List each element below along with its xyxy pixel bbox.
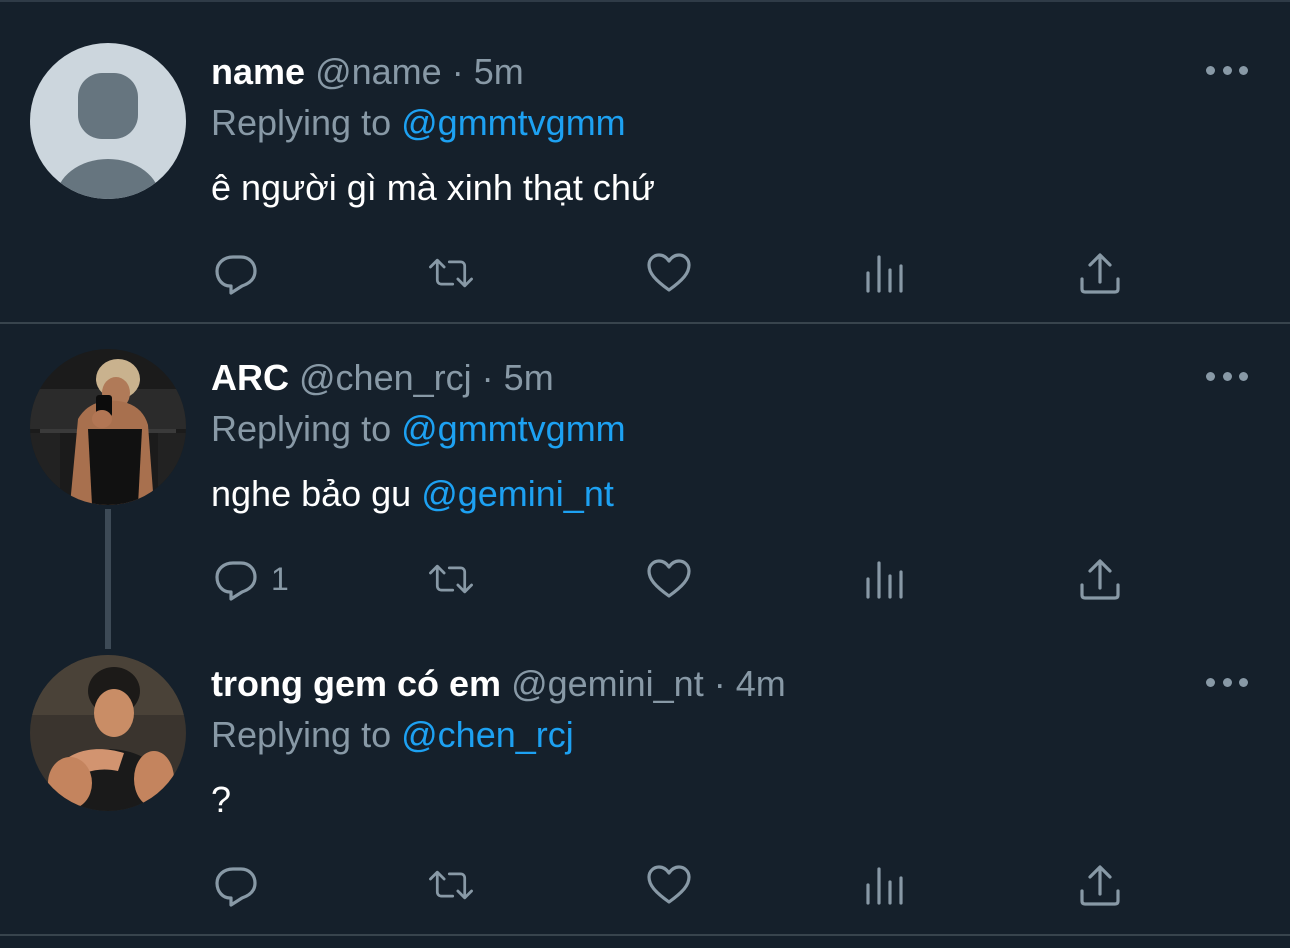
tweet-text-content: ê người gì mà xinh thạt chứ (211, 167, 656, 208)
more-icon-dot (1239, 65, 1248, 75)
tweet-header: trong gem có em @gemini_nt · 4m (211, 662, 786, 706)
replying-label: Replying to (211, 714, 392, 755)
display-name[interactable]: name (211, 51, 305, 92)
retweet-icon (429, 870, 473, 900)
retweet-icon (429, 258, 473, 288)
like-button[interactable] (645, 855, 693, 915)
retweet-icon (429, 564, 473, 594)
more-button[interactable] (1206, 369, 1248, 383)
user-handle[interactable]: @name (315, 51, 442, 92)
avatar[interactable] (30, 43, 186, 199)
reply-count: 1 (271, 560, 289, 597)
user-handle[interactable]: @chen_rcj (299, 357, 472, 398)
more-icon-dot (1239, 371, 1248, 381)
tweet-divider (0, 934, 1290, 936)
like-icon (647, 865, 691, 904)
more-button[interactable] (1206, 675, 1248, 689)
like-icon (647, 559, 691, 598)
tweet-2[interactable]: ARC @chen_rcj · 5m Replying to @gmmtvgmm… (0, 324, 1290, 649)
timestamp[interactable]: 5m (474, 51, 524, 92)
analytics-button[interactable] (861, 549, 909, 609)
tweet-1[interactable]: name @name · 5m Replying to @gmmtvgmm ê … (0, 0, 1290, 324)
replying-to: Replying to @gmmtvgmm (211, 101, 626, 145)
photo-avatar-icon (30, 655, 186, 811)
more-icon-dot (1239, 677, 1248, 687)
display-name[interactable]: ARC (211, 357, 289, 398)
timestamp[interactable]: 4m (736, 663, 786, 704)
retweet-button[interactable] (427, 855, 475, 915)
replying-to: Replying to @chen_rcj (211, 713, 574, 757)
more-button[interactable] (1206, 63, 1248, 77)
display-name[interactable]: trong gem có em (211, 663, 501, 704)
user-handle[interactable]: @gemini_nt (511, 663, 704, 704)
photo-avatar-icon (30, 349, 186, 505)
like-button[interactable] (645, 549, 693, 609)
more-icon (1206, 371, 1215, 381)
more-icon (1206, 677, 1215, 687)
tweet-text-content: nghe bảo gu (211, 473, 422, 514)
retweet-button[interactable] (427, 243, 475, 303)
tweet-text: ê người gì mà xinh thạt chứ (211, 166, 655, 210)
reply-icon (215, 867, 257, 907)
tweet-text-content: ? (211, 779, 232, 820)
tweet-header: name @name · 5m (211, 50, 524, 94)
tweet-text: nghe bảo gu @gemini_nt (211, 472, 614, 516)
reply-icon (215, 561, 257, 601)
share-icon (1080, 559, 1120, 600)
mention-link[interactable]: @gemini_nt (421, 473, 614, 514)
analytics-icon (866, 561, 903, 599)
action-bar (0, 855, 1290, 915)
share-button[interactable] (1076, 549, 1124, 609)
action-bar: 1 (0, 549, 1290, 609)
reply-icon (215, 255, 257, 295)
more-icon-dot (1222, 371, 1232, 381)
share-icon (1080, 253, 1120, 294)
share-button[interactable] (1076, 855, 1124, 915)
replying-to-link[interactable]: @chen_rcj (401, 714, 574, 755)
separator-dot: · (451, 51, 464, 92)
replying-to: Replying to @gmmtvgmm (211, 407, 626, 451)
default-avatar-icon (30, 43, 186, 199)
analytics-button[interactable] (861, 855, 909, 915)
tweet-3[interactable]: trong gem có em @gemini_nt · 4m Replying… (0, 630, 1290, 934)
separator-dot: · (713, 663, 726, 704)
more-icon (1206, 65, 1215, 75)
avatar[interactable] (30, 655, 186, 811)
tweet-header: ARC @chen_rcj · 5m (211, 356, 554, 400)
replying-label: Replying to (211, 408, 392, 449)
analytics-icon (866, 867, 903, 905)
reply-button[interactable] (213, 855, 261, 915)
share-icon (1080, 865, 1120, 906)
reply-button[interactable] (213, 243, 261, 303)
like-icon (647, 253, 691, 292)
like-button[interactable] (645, 243, 693, 303)
avatar[interactable] (30, 349, 186, 505)
more-icon-dot (1222, 65, 1232, 75)
analytics-icon (866, 255, 903, 293)
retweet-button[interactable] (427, 549, 475, 609)
more-icon-dot (1222, 677, 1232, 687)
share-button[interactable] (1076, 243, 1124, 303)
analytics-button[interactable] (861, 243, 909, 303)
action-bar (0, 243, 1290, 303)
reply-button[interactable]: 1 (213, 549, 289, 609)
separator-dot: · (481, 357, 494, 398)
timestamp[interactable]: 5m (504, 357, 554, 398)
replying-to-link[interactable]: @gmmtvgmm (401, 408, 626, 449)
tweet-text: ? (211, 778, 231, 822)
replying-label: Replying to (211, 102, 392, 143)
replying-to-link[interactable]: @gmmtvgmm (401, 102, 626, 143)
